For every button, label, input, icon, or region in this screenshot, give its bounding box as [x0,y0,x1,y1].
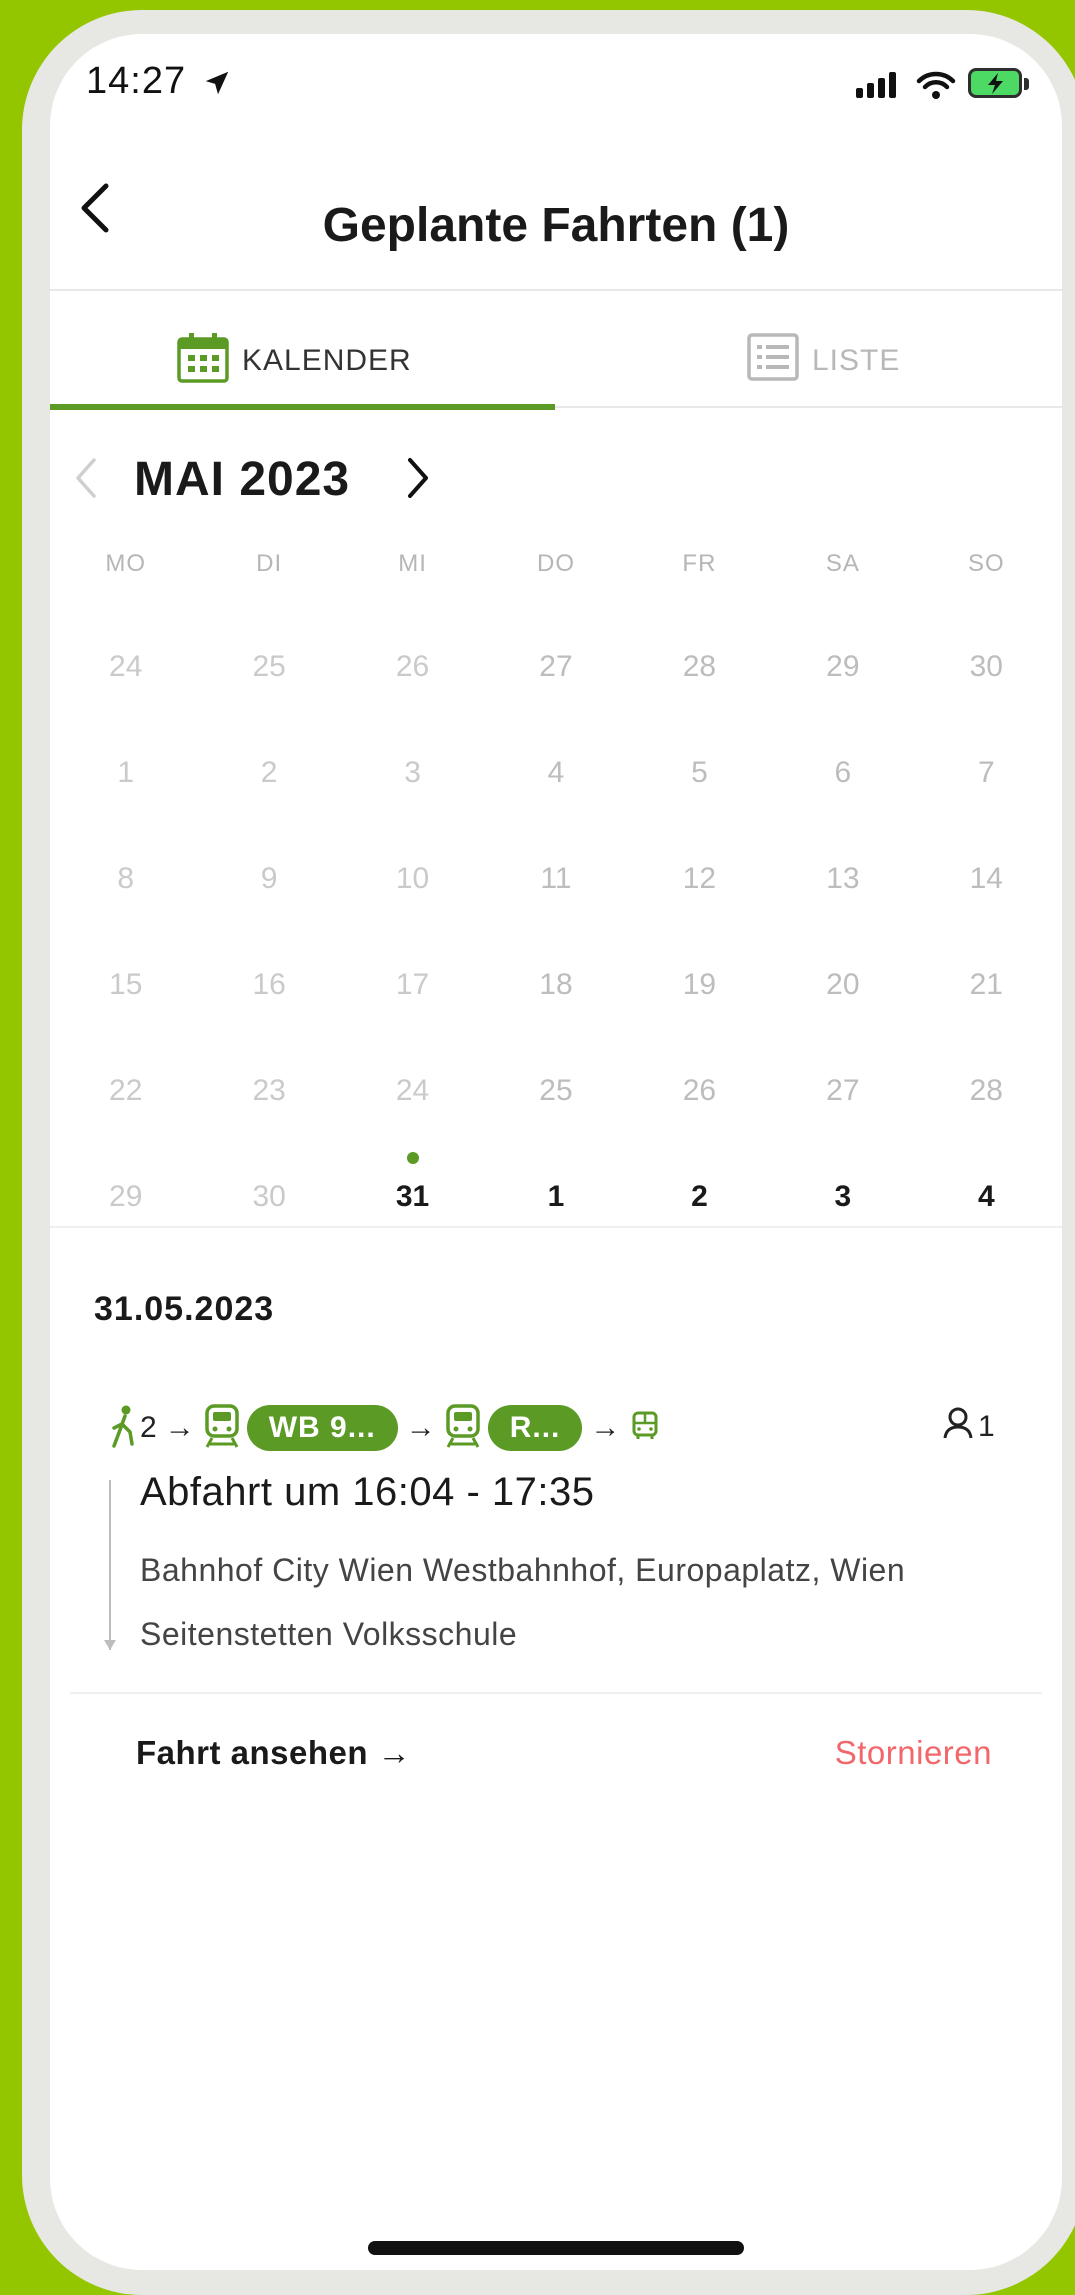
calendar-day: 3 [404,756,421,789]
person-icon [942,1406,974,1448]
calendar-day: 17 [395,968,430,1001]
calendar-day: 26 [682,1074,717,1107]
trip-date-heading: 31.05.2023 [94,1290,275,1328]
status-bar: 14:27 [50,34,1062,144]
calendar-day-selected[interactable]: 31 [341,1144,484,1250]
calendar-day: 13 [826,862,860,895]
calendar-icon [176,330,230,392]
calendar-day: 24 [109,650,143,683]
calendar-day: 28 [969,1074,1003,1107]
calendar-day: 27 [826,1074,860,1107]
tab-liste-label: LISTE [812,344,901,377]
calendar-day: 9 [260,862,278,895]
calendar-day: 25 [252,650,286,683]
weekday-label: MO [105,550,147,577]
calendar-day: 16 [252,968,286,1001]
calendar-day: 25 [539,1074,573,1107]
route-arrow-icon: → [164,1411,195,1444]
trip-route-summary: 2 → WB 9... → R... → [110,1398,662,1458]
calendar-day: 11 [540,862,572,895]
wifi-icon [916,70,956,105]
battery-charging-icon [968,68,1022,98]
calendar-day: 7 [977,756,995,789]
origin-address: Bahnhof City Wien Westbahnhof, Europapla… [140,1552,906,1588]
calendar-day: 5 [691,756,708,789]
battery-tip [1024,78,1029,90]
weekday-label: DO [536,550,575,577]
calendar-day[interactable]: 2 [628,1144,771,1250]
weekday-label: MI [398,550,427,577]
route-timeline-arrow [104,1640,116,1650]
departure-time: Abfahrt um 16:04 - 17:35 [140,1470,595,1514]
cancel-trip-button[interactable]: Stornieren [835,1734,992,1772]
active-tab-indicator [50,404,555,410]
calendar-day: 1 [117,756,135,789]
tab-divider [555,406,1062,408]
weekday-label: SA [825,550,860,577]
weekday-label: FR [682,550,717,577]
calendar-day: 10 [395,862,430,895]
calendar-day: 18 [539,968,573,1001]
weekday-label: DI [256,550,283,577]
calendar-grid: 24 25 26 27 28 29 30 1 2 3 4 5 6 7 8 9 1… [50,614,1062,1250]
calendar-day: 30 [969,650,1003,683]
destination-address: Seitenstetten Volksschule [140,1616,518,1652]
home-indicator[interactable] [368,2241,744,2255]
calendar-day: 27 [539,650,573,683]
calendar-day: 19 [682,968,717,1001]
calendar-divider [50,1226,1062,1228]
view-trip-button[interactable]: Fahrt ansehen → [136,1734,411,1772]
train-icon [203,1403,241,1454]
cellular-signal-icon [856,72,896,98]
tab-kalender-label: KALENDER [242,344,412,377]
nav-divider [50,289,1062,291]
month-label: MAI 2023 [134,453,351,506]
calendar-day: 23 [252,1074,286,1107]
passenger-count-value: 1 [978,1410,995,1443]
calendar-day-number: 31 [395,1180,430,1213]
calendar-day: 14 [969,862,1003,895]
location-arrow-icon [202,68,232,103]
calendar-day: 6 [834,756,852,789]
calendar-day[interactable]: 4 [915,1144,1058,1250]
calendar-day: 21 [969,968,1003,1001]
weekday-header: MO DI MI DO FR SA SO [50,550,1062,578]
calendar-day: 29 [109,1180,143,1213]
train-icon [444,1403,482,1454]
route-arrow-icon: → [590,1411,621,1444]
trip-indicator-dot [406,1152,419,1164]
calendar-day: 20 [826,968,860,1001]
calendar-day: 8 [117,862,135,895]
walk-duration: 2 [140,1411,157,1444]
on-demand-bus-icon [628,1409,662,1448]
weekday-label: SO [967,550,1005,577]
calendar-day: 26 [395,650,430,683]
walk-icon [110,1404,138,1453]
passenger-count: 1 [942,1406,995,1448]
tab-kalender[interactable]: KALENDER [176,316,412,406]
calendar-day: 12 [682,862,717,895]
status-time: 14:27 [86,60,187,102]
calendar-day[interactable]: 1 [484,1144,627,1250]
list-icon [746,332,800,390]
calendar-day: 2 [260,756,278,789]
train-leg-badge: WB 9... [246,1405,398,1451]
app-screen: 14:27 Geplante Fahrten (1) KALENDER LIST… [50,34,1062,2270]
previous-month-button[interactable] [66,450,106,506]
trip-card-divider [70,1692,1042,1694]
calendar-day: 24 [395,1074,430,1107]
calendar-day: 29 [826,650,860,683]
calendar-day: 22 [109,1074,143,1107]
calendar-day: 30 [252,1180,286,1213]
page-title: Geplante Fahrten (1) [322,199,790,252]
next-month-button[interactable] [398,450,438,506]
calendar-day: 28 [682,650,717,683]
calendar-day: 4 [547,756,565,789]
train-leg-badge: R... [487,1405,583,1451]
tab-liste[interactable]: LISTE [746,316,900,406]
route-timeline-line [109,1480,111,1650]
route-arrow-icon: → [405,1411,436,1444]
calendar-day[interactable]: 3 [771,1144,914,1250]
calendar-day: 15 [109,968,143,1001]
